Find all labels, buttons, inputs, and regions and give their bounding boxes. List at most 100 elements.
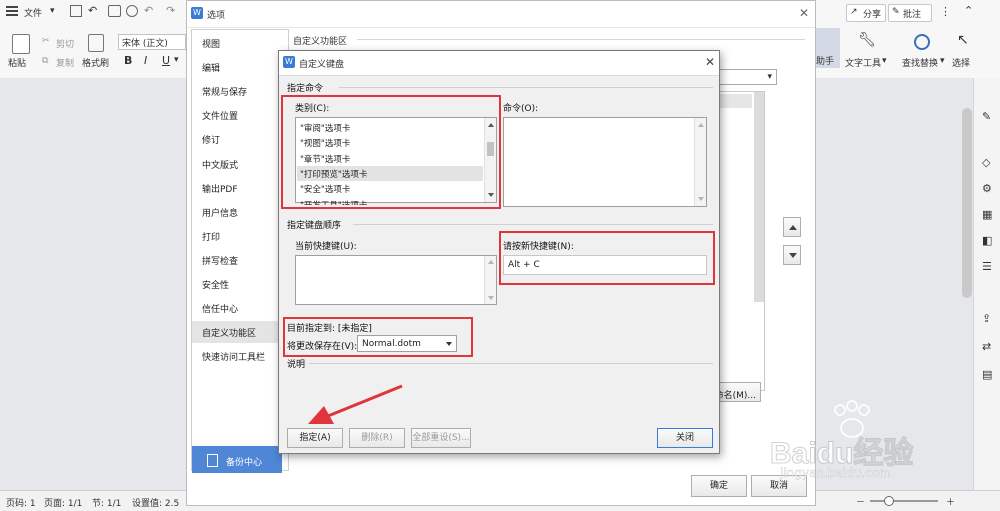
redo-icon[interactable]: ↷ xyxy=(166,4,175,17)
command-list[interactable] xyxy=(503,117,707,207)
print-icon[interactable] xyxy=(108,5,121,17)
chevron-down-icon[interactable]: ▾ xyxy=(174,55,179,65)
nav-item[interactable]: 输出PDF xyxy=(202,182,238,195)
undo-icon[interactable]: ↶ xyxy=(144,4,153,17)
keyboard-dialog-titlebar: W 自定义键盘 ✕ xyxy=(279,51,719,76)
assistant-label: 助手 xyxy=(816,57,835,67)
style-icon[interactable]: ◧ xyxy=(982,234,992,247)
annotate-icon: ✎ xyxy=(892,7,900,17)
annotate-button[interactable]: ✎ 批注 xyxy=(888,4,932,22)
move-up-button[interactable] xyxy=(783,217,801,237)
shape-icon[interactable]: ◇ xyxy=(982,156,990,169)
translate-icon[interactable]: ⇄ xyxy=(982,340,991,353)
backup-center-label: 备份中心 xyxy=(226,458,263,468)
settings-icon[interactable]: ⚙ xyxy=(982,182,992,195)
format-painter-button[interactable]: 格式刷 xyxy=(82,56,109,69)
font-name-value: 宋体 (正文) xyxy=(122,39,168,49)
command-list-scrollbar[interactable] xyxy=(694,118,706,206)
zoom-slider[interactable] xyxy=(870,500,938,502)
wrench-icon[interactable]: 🔧︎ xyxy=(858,32,876,48)
move-down-button[interactable] xyxy=(783,245,801,265)
annotation-arrow xyxy=(308,384,403,424)
search-icon[interactable] xyxy=(914,34,930,50)
nav-item[interactable]: 用户信息 xyxy=(202,206,238,219)
share-icon[interactable]: ⇪ xyxy=(982,312,991,325)
dropdown-select[interactable]: ▾ xyxy=(719,69,777,85)
font-name-select[interactable]: 宋体 (正文) xyxy=(118,34,186,50)
specify-command-title: 指定命令 xyxy=(287,84,324,94)
zoom-slider-thumb[interactable] xyxy=(884,496,894,506)
cut-icon[interactable]: ✂ xyxy=(42,36,50,46)
list-icon[interactable]: ☰ xyxy=(982,260,992,273)
options-ok-button[interactable]: 确定 xyxy=(691,475,747,497)
menu-icon[interactable] xyxy=(6,4,18,18)
backup-center-button[interactable]: 备份中心 xyxy=(192,446,282,473)
close-icon[interactable]: ✕ xyxy=(799,6,809,20)
nav-item[interactable]: 拼写检查 xyxy=(202,254,238,267)
pen-icon[interactable]: ✎ xyxy=(982,110,991,123)
nav-item[interactable]: 信任中心 xyxy=(202,302,238,315)
italic-icon[interactable]: I xyxy=(144,54,147,67)
current-keys-list[interactable] xyxy=(295,255,497,305)
chevron-up-icon[interactable]: ⌃ xyxy=(964,4,973,17)
paste-icon[interactable] xyxy=(12,34,30,54)
file-menu[interactable]: 文件 xyxy=(24,6,42,19)
more-icon[interactable]: ⋮ xyxy=(940,5,951,18)
nav-item[interactable]: 快速访问工具栏 xyxy=(202,350,265,363)
cut-button[interactable]: 剪切 xyxy=(56,37,74,50)
assistant-button[interactable]: 助手 xyxy=(816,28,840,68)
status-page-number: 页码: 1 xyxy=(6,499,36,509)
close-button[interactable]: 关闭 xyxy=(657,428,713,448)
find-replace-button[interactable]: 查找替换 xyxy=(902,56,938,69)
triangle-up-icon xyxy=(789,225,797,230)
baidu-watermark: Baidu经验 jingyan.baidu.com xyxy=(769,398,970,488)
scroll-up-icon xyxy=(488,260,494,264)
nav-item[interactable]: 修订 xyxy=(202,133,220,146)
nav-item[interactable]: 文件位置 xyxy=(202,109,238,122)
reset-all-button: 全部重设(S)... xyxy=(411,428,471,448)
annotate-label: 批注 xyxy=(903,10,922,20)
nav-item[interactable]: 打印 xyxy=(202,230,220,243)
assign-button[interactable]: 指定(A) xyxy=(287,428,343,448)
nav-item[interactable]: 视图 xyxy=(202,37,220,50)
bold-icon[interactable]: B xyxy=(124,54,132,67)
ribbon-tree-list[interactable] xyxy=(719,91,765,391)
underline-icon[interactable]: U xyxy=(162,54,170,67)
paste-button[interactable]: 粘贴 xyxy=(8,56,26,69)
scroll-down-icon xyxy=(698,197,704,201)
copy-button[interactable]: 复制 xyxy=(56,56,74,69)
chevron-down-icon[interactable]: ▾ xyxy=(50,6,55,16)
nav-item[interactable]: 编辑 xyxy=(202,61,220,74)
nav-item[interactable]: 安全性 xyxy=(202,278,229,291)
share-button[interactable]: ↗ 分享 xyxy=(846,4,886,22)
chevron-down-icon[interactable]: ▾ xyxy=(882,56,887,66)
backup-icon xyxy=(207,454,218,467)
rename-button[interactable]: 重命名(M)... xyxy=(706,382,761,402)
nav-item[interactable]: 自定义功能区 xyxy=(202,326,256,339)
scroll-down-icon xyxy=(488,296,494,300)
grid-icon[interactable]: ▦ xyxy=(982,208,992,221)
table-icon[interactable]: ▤ xyxy=(982,368,992,381)
divider xyxy=(339,87,713,88)
section-divider xyxy=(357,39,805,40)
zoom-in-icon[interactable]: ＋ xyxy=(946,495,955,508)
print-preview-icon[interactable] xyxy=(126,5,138,17)
status-pages: 页面: 1/1 xyxy=(44,499,83,509)
format-painter-icon[interactable] xyxy=(88,34,104,52)
close-icon[interactable]: ✕ xyxy=(705,55,715,69)
wps-logo-icon: W xyxy=(191,7,203,19)
undo-history-icon[interactable]: ↶ xyxy=(88,4,97,17)
text-tools-button[interactable]: 文字工具 xyxy=(845,56,881,69)
nav-item[interactable]: 常规与保存 xyxy=(202,85,247,98)
share-label: 分享 xyxy=(863,10,882,20)
zoom-out-icon[interactable]: － xyxy=(856,495,865,508)
document-scrollbar[interactable] xyxy=(962,108,972,298)
status-section: 节: 1/1 xyxy=(92,499,122,509)
copy-icon[interactable]: ⧉ xyxy=(42,56,48,66)
nav-item[interactable]: 中文版式 xyxy=(202,158,238,171)
cursor-icon[interactable]: ↖ xyxy=(957,32,969,48)
select-button[interactable]: 选择 xyxy=(952,56,970,69)
chevron-down-icon[interactable]: ▾ xyxy=(940,56,945,66)
save-icon[interactable] xyxy=(70,5,82,17)
current-keys-scrollbar[interactable] xyxy=(484,256,496,304)
